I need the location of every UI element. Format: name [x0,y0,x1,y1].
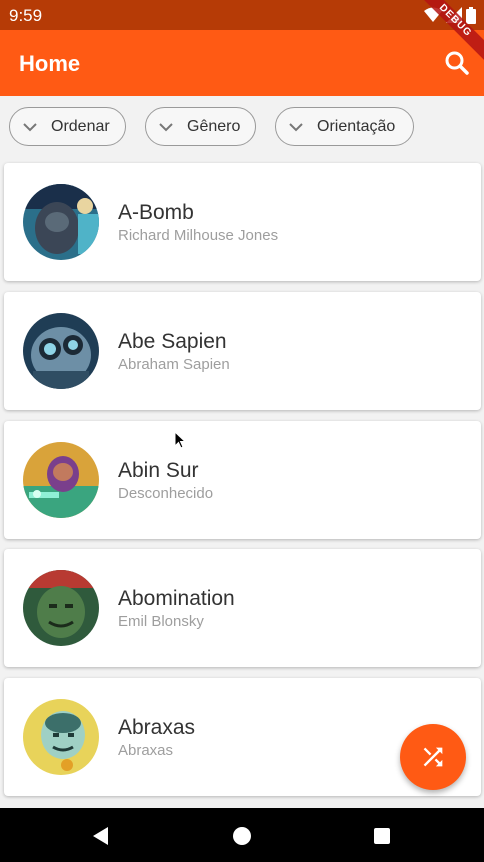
system-nav-bar [0,808,484,862]
hero-real-name: Richard Milhouse Jones [118,227,279,244]
back-icon[interactable] [90,825,112,847]
status-time: 9:59 [9,6,43,25]
home-icon[interactable] [231,825,253,847]
avatar [23,184,99,260]
hero-card[interactable]: Abe Sapien Abraham Sapien [4,292,481,410]
shuffle-icon [423,747,443,767]
hero-name: Abraxas [118,716,196,739]
filter-ordenar-button[interactable]: Ordenar [9,107,126,146]
hero-real-name: Abraxas [118,742,174,759]
app-bar: Home [0,30,484,96]
chevron-down-icon [23,122,37,131]
chevron-down-icon [289,122,303,131]
status-bar: 9:59 [0,0,484,30]
signal-icon [446,7,462,23]
avatar [23,313,99,389]
hero-card[interactable]: A-Bomb Richard Milhouse Jones [4,163,481,281]
chevron-down-icon [159,122,173,131]
hero-name: Abe Sapien [118,330,227,353]
avatar [23,570,99,646]
avatar [23,442,99,518]
avatar [23,699,99,775]
hero-card[interactable]: Abin Sur Desconhecido [4,421,481,539]
filter-orientacao-button[interactable]: Orientação [275,107,414,146]
filter-label: Ordenar [51,117,110,135]
status-icons [424,6,476,24]
hero-name: A-Bomb [118,201,194,224]
mouse-cursor-icon [175,432,187,449]
shuffle-button[interactable] [400,724,466,790]
search-icon [445,51,469,75]
filter-label: Orientação [317,117,396,135]
hero-card[interactable]: Abomination Emil Blonsky [4,549,481,667]
page-title: Home [19,51,81,76]
filter-genero-button[interactable]: Gênero [145,107,256,146]
hero-name: Abomination [118,587,235,610]
hero-name: Abin Sur [118,459,199,482]
battery-icon [466,6,476,24]
hero-real-name: Abraham Sapien [118,356,230,373]
hero-real-name: Desconhecido [118,485,214,502]
filter-bar: Ordenar Gênero Orientação [0,96,484,158]
recents-icon[interactable] [371,825,393,847]
hero-real-name: Emil Blonsky [118,613,204,630]
wifi-icon [424,7,442,22]
search-button[interactable] [442,48,472,78]
filter-label: Gênero [187,117,241,135]
